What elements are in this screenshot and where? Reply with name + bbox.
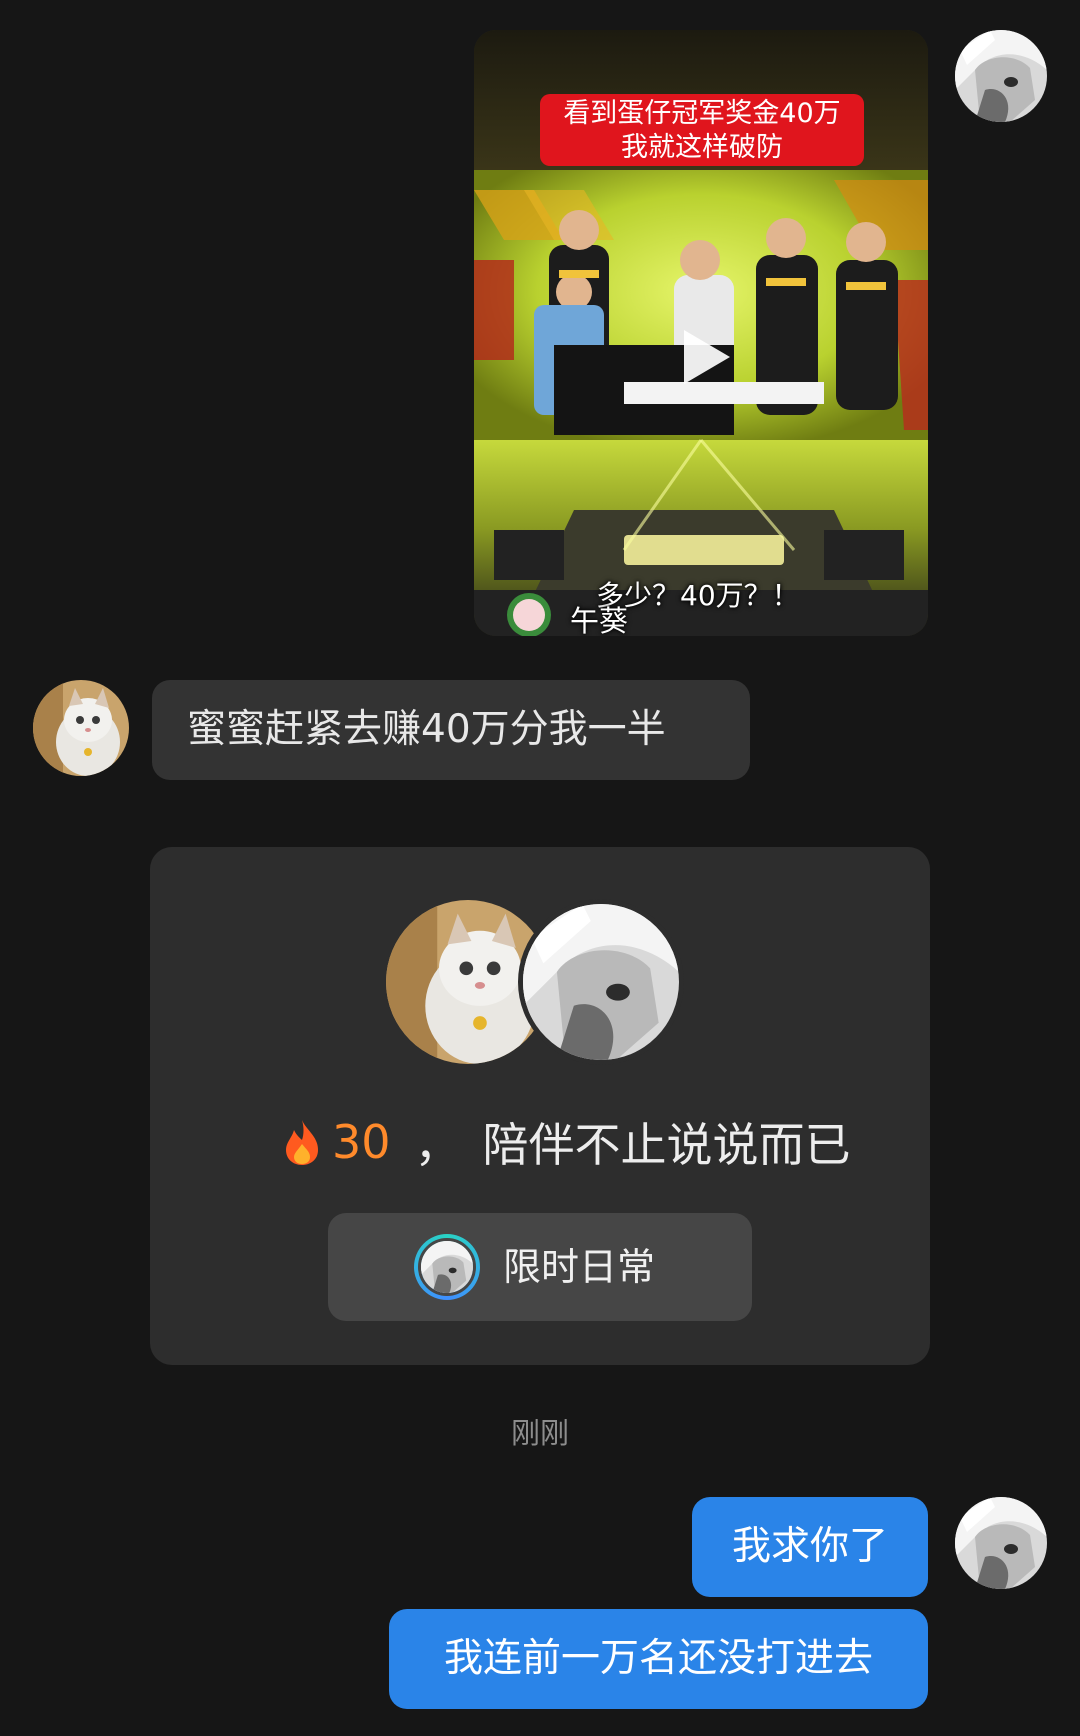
anime-avatar-icon — [955, 30, 1047, 122]
outgoing-message-bubble[interactable]: 我求你了 — [692, 1497, 928, 1597]
outgoing-message-text: 我连前一万名还没打进去 — [443, 1636, 873, 1681]
video-caption: 看到蛋仔冠军奖金40万 我就这样破防 — [540, 94, 864, 166]
incoming-message-text: 蜜蜜赶紧去赚40万分我一半 — [187, 707, 666, 752]
outgoing-message-bubble[interactable]: 我连前一万名还没打进去 — [389, 1609, 928, 1709]
daily-avatar-ring — [414, 1234, 480, 1300]
flame-icon — [286, 1120, 318, 1165]
streak-line: 30 ， 陪伴不止说说而已 — [280, 1109, 851, 1175]
contact-avatar[interactable] — [33, 680, 129, 776]
streak-card: 30 ， 陪伴不止说说而已 限时日常 — [150, 847, 930, 1365]
streak-message: 陪伴不止说说而已 — [482, 1118, 851, 1172]
video-caption-line-1: 看到蛋仔冠军奖金40万 — [563, 98, 841, 129]
outgoing-message-text: 我求你了 — [731, 1524, 888, 1569]
streak-separator: ， — [414, 1118, 461, 1172]
video-watermark: 午葵 — [570, 604, 629, 636]
anime-avatar-icon — [421, 1241, 473, 1293]
self-avatar[interactable] — [955, 1497, 1047, 1589]
self-avatar-large — [518, 899, 684, 1065]
shared-video-card[interactable]: 看到蛋仔冠军奖金40万 我就这样破防 多少？40万？！ 午葵 — [474, 30, 928, 636]
incoming-message-bubble[interactable]: 蜜蜜赶紧去赚40万分我一半 — [152, 680, 750, 780]
cat-avatar-icon — [33, 680, 129, 776]
anime-avatar-icon — [955, 1497, 1047, 1589]
streak-count: 30 — [332, 1115, 391, 1169]
video-caption-line-2: 我就这样破防 — [621, 132, 783, 163]
limited-daily-button[interactable]: 限时日常 — [328, 1213, 752, 1321]
self-avatar[interactable] — [955, 30, 1047, 122]
limited-daily-label: 限时日常 — [503, 1245, 656, 1289]
anime-avatar-icon — [523, 904, 679, 1060]
message-timestamp: 刚刚 — [510, 1416, 569, 1450]
play-icon[interactable] — [670, 324, 736, 390]
